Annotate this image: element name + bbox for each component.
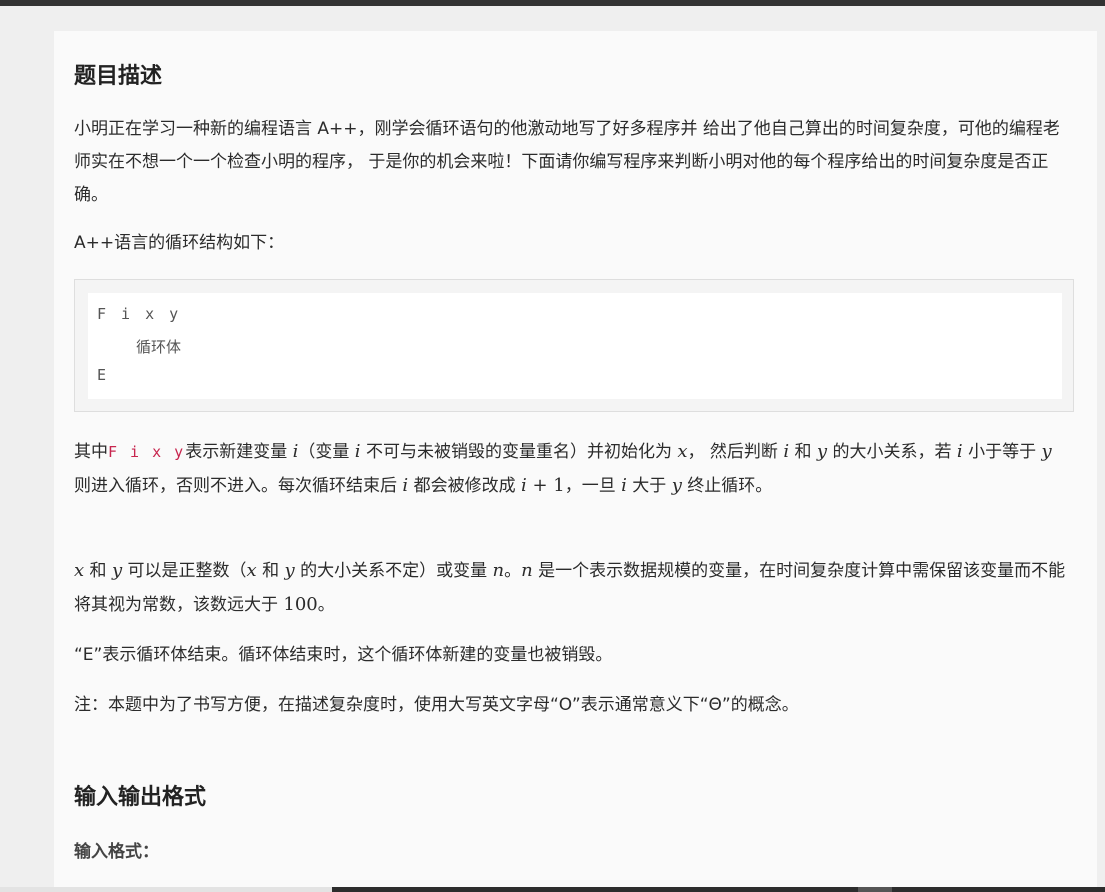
text: ， 然后判断 bbox=[687, 442, 784, 462]
math-op: + bbox=[526, 475, 554, 496]
description-paragraph-2: A++语言的循环结构如下： bbox=[74, 233, 285, 253]
section-heading-io-format: 输入输出格式 bbox=[74, 785, 207, 810]
text: 和 bbox=[256, 561, 285, 581]
text: 的大小关系不定）或变量 bbox=[294, 561, 493, 581]
text: 都会被修改成 bbox=[408, 476, 521, 496]
text: 和 bbox=[789, 442, 817, 462]
math-var: y bbox=[284, 560, 295, 581]
text: 。 bbox=[317, 595, 335, 615]
problem-card: 题目描述 小明正在学习一种新的编程语言 A++，刚学会循环语句的他激动地写了好多… bbox=[54, 31, 1097, 892]
text: 的大小关系，若 bbox=[827, 442, 957, 462]
section-heading-description: 题目描述 bbox=[74, 64, 163, 89]
horizontal-scrollbar-track[interactable] bbox=[332, 887, 1105, 892]
code-block-inner: F i x y 循环体 E bbox=[88, 293, 1062, 399]
math-var: n bbox=[521, 560, 533, 581]
description-paragraph-4: x 和 y 可以是正整数（x 和 y 的大小关系不定）或变量 n。n 是一个表示… bbox=[74, 554, 1074, 622]
description-paragraph-1: 小明正在学习一种新的编程语言 A++，刚学会循环语句的他激动地写了好多程序并 给… bbox=[74, 119, 1060, 205]
math-var: x bbox=[677, 441, 688, 462]
text: 表示新建变量 bbox=[185, 442, 293, 462]
math-var: y bbox=[1041, 441, 1052, 462]
text: 。 bbox=[504, 561, 522, 581]
horizontal-scrollbar-thumb[interactable] bbox=[858, 887, 892, 892]
input-format-label: 输入格式： bbox=[74, 842, 159, 862]
description-paragraph-3: 其中F i x y表示新建变量 i（变量 i 不可与未被销毁的变量重名）并初始化… bbox=[74, 435, 1074, 503]
math-var: y bbox=[671, 475, 682, 496]
math-var: n bbox=[492, 560, 505, 581]
text: 小于等于 bbox=[962, 442, 1042, 462]
text: ，一旦 bbox=[564, 476, 622, 496]
code-block: F i x y 循环体 E bbox=[74, 279, 1074, 412]
text: 终止循环。 bbox=[681, 476, 773, 496]
code-line-1: F i x y bbox=[97, 305, 182, 323]
math-var: x bbox=[246, 560, 257, 581]
inline-code: F i x y bbox=[108, 443, 186, 461]
text: 和 bbox=[84, 561, 112, 581]
code-line-3: E bbox=[97, 366, 110, 384]
window-top-bar bbox=[0, 0, 1105, 6]
math-var: x bbox=[74, 560, 85, 581]
text: （变量 bbox=[298, 442, 355, 462]
math-var: y bbox=[111, 560, 123, 581]
code-line-2: 循环体 bbox=[136, 338, 182, 356]
text: 则进入循环，否则不进入。每次循环结束后 bbox=[74, 476, 403, 496]
description-paragraph-5: “E”表示循环体结束。循环体结束时，这个循环体新建的变量也被销毁。 bbox=[74, 645, 613, 665]
math-num: 100 bbox=[283, 594, 318, 615]
text: 其中 bbox=[74, 442, 108, 462]
math-var: y bbox=[816, 441, 828, 462]
math-num: 1 bbox=[553, 475, 565, 496]
text: 不可与未被销毁的变量重名）并初始化为 bbox=[360, 442, 678, 462]
text: 可以是正整数（ bbox=[122, 561, 247, 581]
text: 大于 bbox=[626, 476, 672, 496]
bottom-strip bbox=[0, 887, 332, 892]
description-paragraph-6: 注：本题中为了书写方便，在描述复杂度时，使用大写英文字母“O”表示通常意义下“Θ… bbox=[74, 695, 799, 715]
